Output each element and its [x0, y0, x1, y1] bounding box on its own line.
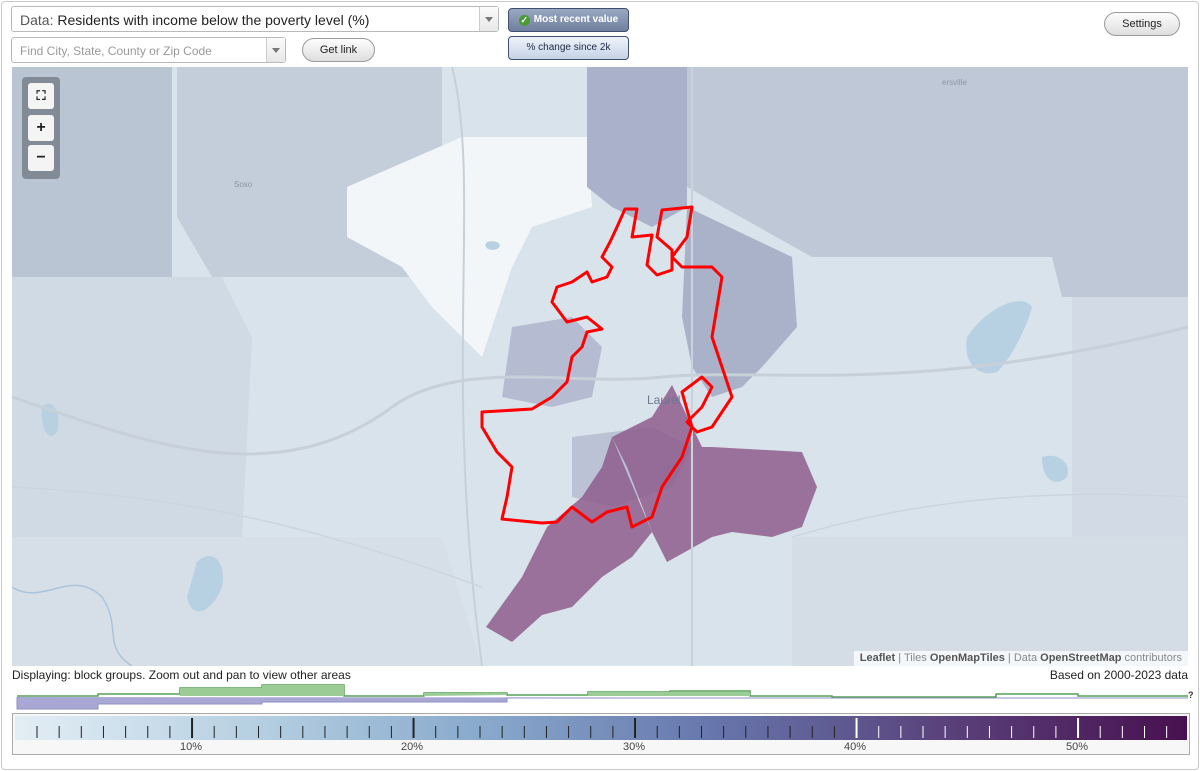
settings-button[interactable]: Settings: [1104, 12, 1180, 36]
data-years-text: Based on 2000-2023 data: [1049, 668, 1188, 682]
map-attribution: Leaflet | Tiles OpenMapTiles | Data Open…: [853, 651, 1188, 666]
town-label-soso: Soso: [234, 180, 253, 189]
tract-se: [792, 537, 1188, 666]
location-search[interactable]: [11, 37, 286, 63]
search-input[interactable]: [18, 41, 262, 61]
leaflet-link[interactable]: Leaflet: [860, 652, 895, 664]
most-recent-toggle[interactable]: ✓ Most recent value: [508, 8, 629, 32]
data-text: Data: [1013, 652, 1038, 664]
town-label-ellisville: ersville: [942, 78, 967, 87]
check-icon: ✓: [518, 15, 530, 26]
legend-ticks: [36, 718, 1168, 738]
help-icon[interactable]: ?: [1188, 690, 1194, 700]
color-legend: 10% 20% 30% 40% 50%: [12, 713, 1190, 755]
histogram-current-peak: [180, 685, 344, 696]
data-select[interactable]: Data: Residents with income below the po…: [11, 6, 499, 32]
zoom-out-button[interactable]: −: [28, 145, 54, 171]
get-link-button[interactable]: Get link: [302, 38, 375, 62]
map-view[interactable]: Laurel Soso ersville ⛶ + − Leaflet | Til…: [12, 67, 1188, 666]
legend-tick-50: 50%: [1065, 741, 1089, 753]
tiles-text: Tiles: [903, 652, 927, 664]
legend-tick-30: 30%: [622, 741, 646, 753]
tract-east: [1072, 297, 1188, 537]
city-label-laurel: Laurel: [647, 393, 680, 407]
data-select-value: Residents with income below the poverty …: [57, 12, 370, 28]
histogram-baseline-area: [16, 697, 1188, 710]
chevron-down-icon[interactable]: [266, 38, 285, 62]
distribution-histogram: [16, 684, 1188, 710]
map-canvas: Laurel Soso ersville: [12, 67, 1188, 666]
zoom-controls: ⛶ + −: [22, 77, 60, 179]
display-level-text: Displaying: block groups. Zoom out and p…: [12, 668, 351, 682]
legend-tick-40: 40%: [843, 741, 867, 753]
openmaptiles-link[interactable]: OpenMapTiles: [930, 652, 1005, 664]
histogram-current-bar: [424, 693, 507, 696]
most-recent-label: Most recent value: [533, 14, 619, 25]
pct-change-toggle[interactable]: % change since 2k: [508, 36, 629, 60]
tract-sw: [12, 537, 482, 666]
openstreetmap-link[interactable]: OpenStreetMap: [1040, 652, 1121, 664]
zoom-in-button[interactable]: +: [28, 115, 54, 141]
histogram-current-bar-2: [588, 692, 750, 696]
legend-tick-20: 20%: [400, 741, 424, 753]
data-select-prefix: Data:: [20, 12, 54, 28]
chevron-down-icon[interactable]: [479, 7, 498, 31]
legend-tick-10: 10%: [179, 741, 203, 753]
fit-bounds-icon[interactable]: ⛶: [28, 83, 54, 109]
contributors-text: contributors: [1124, 652, 1182, 664]
